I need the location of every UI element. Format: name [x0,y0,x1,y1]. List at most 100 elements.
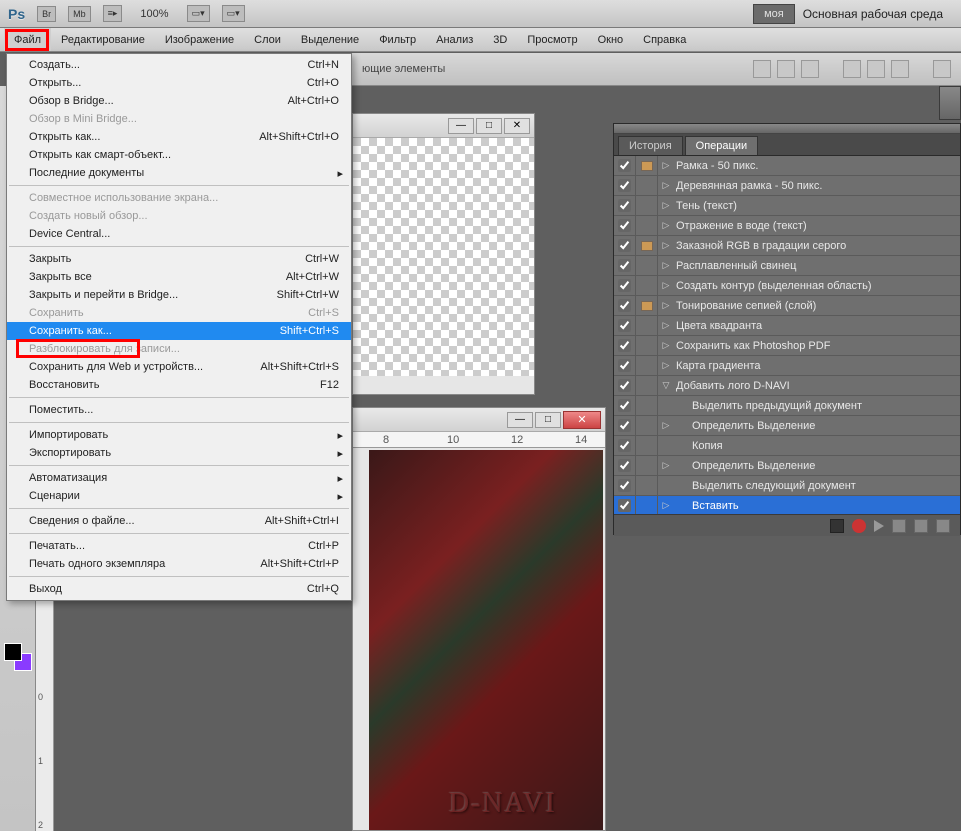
expand-icon[interactable]: ▷ [658,500,674,511]
zoom-level[interactable]: 100% [134,8,174,20]
dialog-toggle[interactable] [636,416,658,435]
screen-layout-icon[interactable]: ▭▾ [222,5,245,22]
include-checkbox[interactable] [614,476,636,495]
distribute-icon[interactable] [867,60,885,78]
new-action-icon[interactable] [914,519,928,533]
distribute-icon[interactable] [891,60,909,78]
dialog-toggle[interactable] [636,256,658,275]
include-checkbox[interactable] [614,416,636,435]
menu-item[interactable]: Импортировать▸ [7,426,351,444]
dialog-toggle[interactable] [636,376,658,395]
align-icon[interactable] [801,60,819,78]
dialog-toggle[interactable] [636,356,658,375]
dialog-toggle[interactable] [636,296,658,315]
tab-history[interactable]: История [618,136,683,155]
include-checkbox[interactable] [614,296,636,315]
action-row[interactable]: ▷Создать контур (выделенная область) [614,276,960,296]
menu-item[interactable]: Поместить... [7,401,351,419]
include-checkbox[interactable] [614,276,636,295]
dialog-toggle[interactable] [636,156,658,175]
window-titlebar[interactable]: — □ ✕ [353,114,534,138]
collapsed-panel-strip[interactable] [939,86,961,120]
menu-item[interactable]: Сведения о файле...Alt+Shift+Ctrl+I [7,512,351,530]
dialog-toggle[interactable] [636,236,658,255]
include-checkbox[interactable] [614,216,636,235]
play-icon[interactable] [874,520,884,532]
expand-icon[interactable]: ▷ [658,460,674,471]
dialog-toggle[interactable] [636,216,658,235]
dialog-toggle[interactable] [636,316,658,335]
action-row[interactable]: Выделить предыдущий документ [614,396,960,416]
close-icon[interactable]: ✕ [504,118,530,134]
expand-icon[interactable]: ▷ [658,220,674,231]
align-icon[interactable] [753,60,771,78]
action-row[interactable]: ▷Сохранить как Photoshop PDF [614,336,960,356]
expand-icon[interactable]: ▷ [658,240,674,251]
align-icon[interactable] [777,60,795,78]
expand-icon[interactable]: ▷ [658,180,674,191]
workspace-preset-button[interactable]: моя [753,4,795,24]
dialog-toggle[interactable] [636,196,658,215]
include-checkbox[interactable] [614,176,636,195]
actions-list[interactable]: ▷Рамка - 50 пикс.▷Деревянная рамка - 50 … [614,156,960,514]
screen-mode-icon[interactable]: ≡▸ [103,5,123,22]
include-checkbox[interactable] [614,456,636,475]
expand-icon[interactable]: ▷ [658,160,674,171]
menu-item[interactable]: Открыть как смарт-объект... [7,146,351,164]
menu-item[interactable]: Печатать...Ctrl+P [7,537,351,555]
menu-item[interactable]: Создать...Ctrl+N [7,56,351,74]
dialog-toggle[interactable] [636,436,658,455]
minibridge-button[interactable]: Mb [68,6,91,22]
menu-анализ[interactable]: Анализ [426,28,483,51]
menu-item[interactable]: ЗакрытьCtrl+W [7,250,351,268]
menu-item[interactable]: Закрыть и перейти в Bridge...Shift+Ctrl+… [7,286,351,304]
action-row[interactable]: ▷Тонирование сепией (слой) [614,296,960,316]
menu-фильтр[interactable]: Фильтр [369,28,426,51]
dialog-toggle[interactable] [636,496,658,514]
stop-icon[interactable] [830,519,844,533]
menu-item[interactable]: Открыть...Ctrl+O [7,74,351,92]
include-checkbox[interactable] [614,256,636,275]
menu-item[interactable]: Последние документы▸ [7,164,351,182]
maximize-icon[interactable]: □ [535,412,561,428]
window-titlebar[interactable]: — □ ✕ [353,408,605,432]
menu-окно[interactable]: Окно [588,28,634,51]
menu-просмотр[interactable]: Просмотр [517,28,587,51]
action-row[interactable]: Выделить следующий документ [614,476,960,496]
action-row[interactable]: ▷Расплавленный свинец [614,256,960,276]
action-row[interactable]: ▷Тень (текст) [614,196,960,216]
dialog-toggle[interactable] [636,276,658,295]
menu-item[interactable]: Экспортировать▸ [7,444,351,462]
dialog-toggle[interactable] [636,396,658,415]
include-checkbox[interactable] [614,436,636,455]
bridge-button[interactable]: Br [37,6,56,22]
include-checkbox[interactable] [614,396,636,415]
tab-actions[interactable]: Операции [685,136,758,155]
menu-выделение[interactable]: Выделение [291,28,369,51]
transparent-canvas[interactable] [353,138,534,376]
maximize-icon[interactable]: □ [476,118,502,134]
include-checkbox[interactable] [614,196,636,215]
menu-редактирование[interactable]: Редактирование [51,28,155,51]
expand-icon[interactable]: ▽ [658,380,674,391]
dialog-toggle[interactable] [636,476,658,495]
menu-item[interactable]: Сценарии▸ [7,487,351,505]
minimize-icon[interactable]: — [448,118,474,134]
menu-item[interactable]: Открыть как...Alt+Shift+Ctrl+O [7,128,351,146]
include-checkbox[interactable] [614,156,636,175]
canvas-image[interactable]: D-NAVI [369,450,603,830]
document-window-2[interactable]: — □ ✕ 8 10 12 14 D-NAVI [352,407,606,831]
action-row[interactable]: ▷Рамка - 50 пикс. [614,156,960,176]
dialog-toggle[interactable] [636,456,658,475]
action-row[interactable]: ▷Определить Выделение [614,456,960,476]
expand-icon[interactable]: ▷ [658,420,674,431]
menu-item[interactable]: Обзор в Bridge...Alt+Ctrl+O [7,92,351,110]
menu-item[interactable]: Печать одного экземпляраAlt+Shift+Ctrl+P [7,555,351,573]
panel-drag-header[interactable] [614,124,960,134]
dialog-toggle[interactable] [636,176,658,195]
trash-icon[interactable] [936,519,950,533]
action-row[interactable]: ▷Цвета квадранта [614,316,960,336]
expand-icon[interactable]: ▷ [658,340,674,351]
menu-изображение[interactable]: Изображение [155,28,244,51]
expand-icon[interactable]: ▷ [658,320,674,331]
